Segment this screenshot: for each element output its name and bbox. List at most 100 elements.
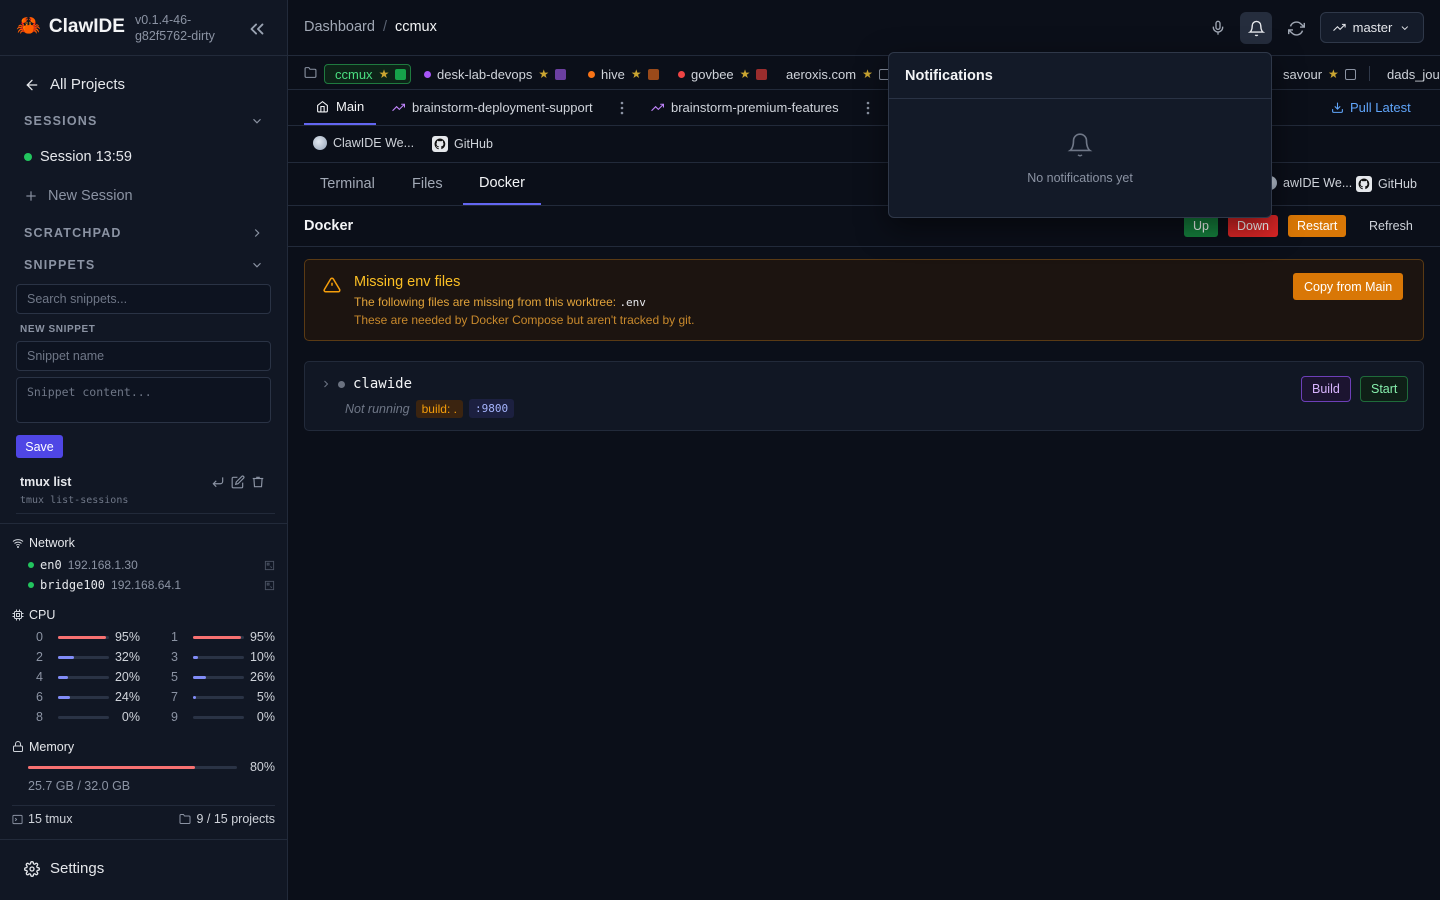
- cpu-core-percent: 24%: [114, 690, 140, 704]
- star-icon[interactable]: ★: [631, 67, 642, 81]
- project-name: hive: [601, 66, 625, 82]
- worktree-tab-deployment[interactable]: brainstorm-deployment-support: [392, 90, 628, 125]
- divider: [1369, 66, 1370, 81]
- tab-docker[interactable]: Docker: [463, 163, 541, 205]
- save-snippet-button[interactable]: Save: [16, 435, 63, 458]
- cpu-core: 5 26%: [171, 670, 275, 684]
- compose-up-button[interactable]: Up: [1184, 215, 1218, 237]
- chevron-down-icon: [253, 262, 261, 268]
- project-tab[interactable]: dads_jou: [1387, 64, 1440, 84]
- chevron-right-icon: [254, 229, 260, 237]
- notifications-header: Notifications: [889, 53, 1271, 99]
- brand[interactable]: 🦀 ClawIDE v0.1.4-46- g82f5762-dirty: [16, 12, 215, 44]
- crab-logo-icon: 🦀: [16, 15, 41, 37]
- folder-icon: [304, 66, 317, 79]
- project-color-swatch[interactable]: [555, 68, 567, 80]
- star-icon[interactable]: ★: [538, 67, 549, 81]
- refresh-button[interactable]: Refresh: [1360, 215, 1422, 237]
- breadcrumb-separator: /: [382, 19, 387, 35]
- delete-snippet-button[interactable]: [251, 475, 265, 489]
- project-color-swatch[interactable]: [395, 68, 407, 80]
- qr-code-icon[interactable]: [264, 580, 275, 591]
- project-color-swatch[interactable]: [647, 68, 659, 80]
- tab-files[interactable]: Files: [396, 163, 459, 205]
- build-service-button[interactable]: Build: [1301, 376, 1351, 402]
- chevron-down-icon: [1401, 25, 1409, 30]
- project-tab[interactable]: ccmux ★: [324, 64, 412, 84]
- tmux-count: 15 tmux: [12, 812, 72, 826]
- project-color-swatch[interactable]: [1344, 68, 1356, 80]
- tab-terminal[interactable]: Terminal: [304, 163, 391, 205]
- link-label: GitHub: [1378, 177, 1417, 191]
- compose-restart-button[interactable]: Restart: [1288, 215, 1347, 237]
- link-github[interactable]: GitHub: [432, 136, 493, 152]
- notifications-button[interactable]: [1240, 12, 1272, 44]
- start-service-button[interactable]: Start: [1360, 376, 1409, 402]
- chevrons-left-icon: [250, 23, 264, 35]
- project-color-swatch[interactable]: [756, 68, 768, 80]
- link-clawide-web[interactable]: awIDE We...: [1263, 176, 1352, 190]
- sidebar: 🦀 ClawIDE v0.1.4-46- g82f5762-dirty All …: [0, 0, 288, 900]
- notifications-empty-text: No notifications yet: [1027, 171, 1133, 185]
- cpu-core-index: 5: [171, 670, 178, 684]
- snippet-title[interactable]: tmux list: [20, 475, 71, 489]
- copy-from-main-button[interactable]: Copy from Main: [1293, 273, 1404, 300]
- link-clawide-web[interactable]: ClawIDE We...: [313, 136, 414, 150]
- wifi-icon: [12, 539, 24, 548]
- insert-snippet-button[interactable]: [211, 475, 225, 489]
- new-session-label: New Session: [48, 188, 133, 204]
- trending-up-icon: [1333, 23, 1346, 32]
- cpu-core: 0 95%: [36, 630, 140, 644]
- chevron-right-icon[interactable]: [320, 378, 332, 390]
- new-session-button[interactable]: New Session: [24, 188, 133, 204]
- arrow-left-icon: [26, 79, 38, 90]
- memory-icon: [13, 741, 23, 752]
- warning-icon: [323, 276, 341, 294]
- status-dot: [28, 582, 34, 588]
- more-vertical-icon[interactable]: [862, 101, 874, 115]
- star-icon[interactable]: ★: [862, 67, 873, 81]
- pull-latest-button[interactable]: Pull Latest: [1331, 100, 1411, 115]
- branch-selector[interactable]: master: [1320, 12, 1424, 43]
- cpu-core-percent: 95%: [249, 630, 275, 644]
- edit-snippet-button[interactable]: [231, 475, 245, 489]
- project-tab[interactable]: hive ★: [588, 64, 659, 84]
- collapse-sidebar-button[interactable]: [246, 18, 268, 40]
- star-icon[interactable]: ★: [1328, 67, 1339, 81]
- project-name: ccmux: [335, 66, 373, 82]
- compose-down-button[interactable]: Down: [1228, 215, 1278, 237]
- project-tab[interactable]: aeroxis.com ★: [786, 64, 890, 84]
- snippet-search-input[interactable]: [16, 284, 271, 314]
- cpu-core-percent: 0%: [256, 710, 275, 724]
- snippet-name-input[interactable]: [16, 341, 271, 371]
- microphone-button[interactable]: [1202, 12, 1234, 44]
- settings-link[interactable]: Settings: [24, 860, 104, 877]
- cpu-core: 7 5%: [171, 690, 275, 704]
- settings-label: Settings: [50, 860, 105, 877]
- link-github[interactable]: GitHub: [1356, 176, 1417, 192]
- scratchpad-section-toggle[interactable]: SCRATCHPAD: [24, 226, 264, 240]
- breadcrumb-dashboard[interactable]: Dashboard: [304, 19, 375, 35]
- network-interface-row: bridge100 192.168.64.1: [28, 578, 275, 592]
- qr-code-icon[interactable]: [264, 560, 275, 571]
- snippets-section-toggle[interactable]: SNIPPETS: [24, 258, 264, 272]
- port-badge: :9800: [468, 399, 515, 418]
- sync-button[interactable]: [1280, 12, 1312, 44]
- bell-icon: [1067, 132, 1093, 158]
- all-projects-link[interactable]: All Projects: [24, 76, 125, 93]
- more-vertical-icon[interactable]: [616, 101, 628, 115]
- session-item[interactable]: Session 13:59: [24, 149, 132, 165]
- breadcrumb: Dashboard / ccmux: [304, 19, 437, 35]
- star-icon[interactable]: ★: [379, 67, 390, 81]
- cpu-usage-bar: [58, 675, 109, 679]
- worktree-tab-premium[interactable]: brainstorm-premium-features: [651, 90, 874, 125]
- cpu-core: 2 32%: [36, 650, 140, 664]
- project-tab[interactable]: savour ★: [1283, 64, 1356, 84]
- edit-icon: [231, 475, 245, 489]
- sessions-section-toggle[interactable]: SESSIONS: [24, 114, 264, 128]
- star-icon[interactable]: ★: [740, 67, 751, 81]
- project-tab[interactable]: govbee ★: [678, 64, 768, 84]
- snippet-content-input[interactable]: [16, 377, 271, 423]
- worktree-tab-main[interactable]: Main: [304, 90, 377, 125]
- project-tab[interactable]: desk-lab-devops ★: [424, 64, 567, 84]
